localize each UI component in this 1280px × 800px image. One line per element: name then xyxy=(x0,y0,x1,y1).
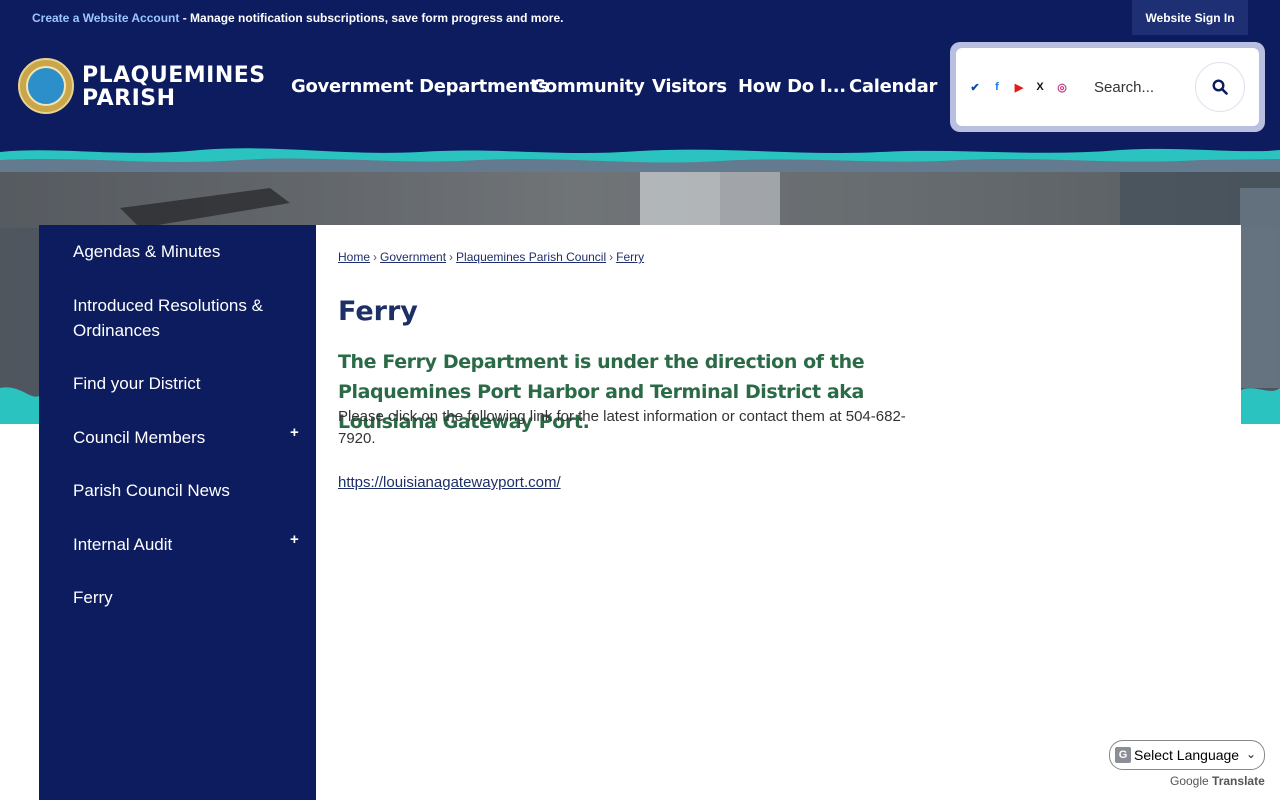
expand-council-members-icon[interactable]: + xyxy=(290,424,299,441)
page-body-text: Please click on the following link for t… xyxy=(338,408,906,447)
nextdoor-icon[interactable]: ✔ xyxy=(968,80,982,94)
create-account-link[interactable]: Create a Website Account xyxy=(32,11,179,25)
top-utility-bar: Create a Website Account - Manage notifi… xyxy=(0,0,1280,36)
sidebar-item-internal-audit[interactable]: Internal Audit xyxy=(73,532,283,557)
breadcrumb-separator: › xyxy=(373,250,378,264)
page-title: Ferry xyxy=(338,296,418,327)
breadcrumb: Home › Government › Plaquemines Parish Counc… xyxy=(338,250,644,264)
nav-calendar[interactable]: Calendar xyxy=(849,76,937,97)
sidebar-item-parish-council-news[interactable]: Parish Council News xyxy=(73,478,283,503)
seal-center xyxy=(26,66,66,106)
facebook-icon[interactable]: f xyxy=(990,80,1004,94)
translate-label: Translate xyxy=(1212,774,1265,788)
sidebar-item-ferry[interactable]: Ferry xyxy=(73,585,283,610)
main-content xyxy=(316,225,1241,800)
breadcrumb-ferry[interactable]: Ferry xyxy=(616,250,644,264)
search-button[interactable] xyxy=(1195,62,1245,112)
account-message-text: - Manage notification subscriptions, sav… xyxy=(179,11,564,25)
sidebar-item-introduced-resolutions[interactable]: Introduced Resolutions & Ordinances xyxy=(73,293,283,343)
brand-line-2: PARISH xyxy=(82,86,176,111)
powered-by-google[interactable]: Google Translate xyxy=(1170,774,1265,788)
sidebar-item-council-members[interactable]: Council Members xyxy=(73,425,283,450)
breadcrumb-separator: › xyxy=(449,250,454,264)
language-select[interactable]: G Select Language ⌄ xyxy=(1109,740,1265,770)
google-label: Google xyxy=(1170,774,1209,788)
breadcrumb-government[interactable]: Government xyxy=(380,250,446,264)
site-brand[interactable]: PLAQUEMINES PARISH xyxy=(82,64,266,110)
expand-internal-audit-icon[interactable]: + xyxy=(290,531,299,548)
nav-community[interactable]: Community xyxy=(532,76,645,97)
sidebar-item-agendas-minutes[interactable]: Agendas & Minutes xyxy=(73,239,283,264)
search-icon xyxy=(1212,79,1228,95)
nav-how-do-i[interactable]: How Do I... xyxy=(738,76,846,97)
search-input[interactable]: Search... xyxy=(1094,79,1154,96)
instagram-icon[interactable]: ◎ xyxy=(1055,80,1069,94)
x-icon[interactable]: X xyxy=(1033,80,1047,94)
nav-government-departments[interactable]: Government Departments xyxy=(291,76,549,97)
breadcrumb-separator: › xyxy=(609,250,614,264)
decorative-wave-band xyxy=(0,140,1280,172)
youtube-icon[interactable]: ▶ xyxy=(1012,80,1026,94)
account-message: Create a Website Account - Manage notifi… xyxy=(32,11,563,25)
breadcrumb-home[interactable]: Home xyxy=(338,250,370,264)
google-translate-icon: G xyxy=(1115,747,1131,763)
sidebar-item-find-district[interactable]: Find your District xyxy=(73,371,283,396)
nav-visitors[interactable]: Visitors xyxy=(652,76,727,97)
chevron-down-icon: ⌄ xyxy=(1245,747,1256,761)
website-sign-in-button[interactable]: Website Sign In xyxy=(1132,0,1248,35)
parish-seal-logo[interactable] xyxy=(18,58,74,114)
breadcrumb-parish-council[interactable]: Plaquemines Parish Council xyxy=(456,250,606,264)
brand-line-1: PLAQUEMINES xyxy=(82,63,266,88)
language-select-label: Select Language xyxy=(1134,747,1240,763)
gateway-port-link[interactable]: https://louisianagatewayport.com/ xyxy=(338,474,561,491)
